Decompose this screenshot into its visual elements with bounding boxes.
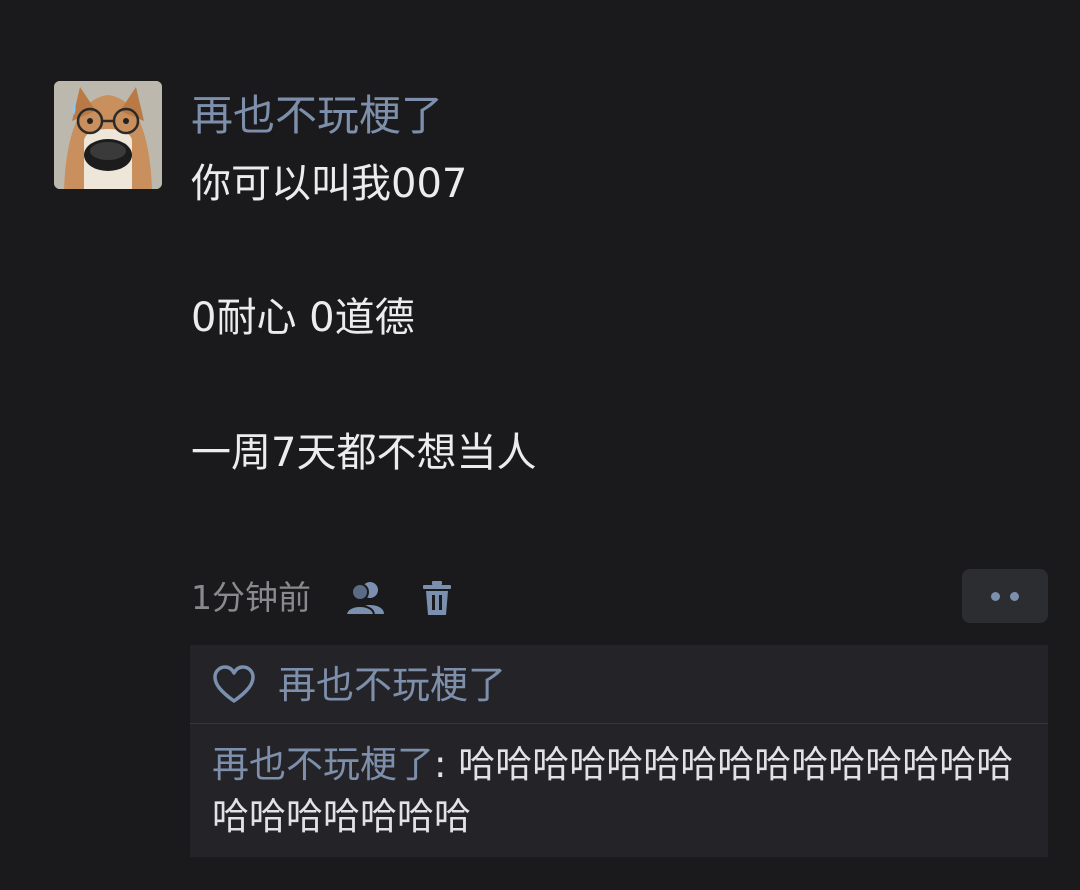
comment-item[interactable]: 再也不玩梗了: 哈哈哈哈哈哈哈哈哈哈哈哈哈哈哈哈哈哈哈哈哈哈 — [212, 739, 1042, 843]
shiba-avatar-image — [54, 81, 162, 189]
comment-author[interactable]: 再也不玩梗了 — [212, 743, 434, 786]
post-text-line: 0耐心 0道德 — [191, 295, 415, 341]
avatar[interactable] — [54, 81, 162, 189]
moment-post: 再也不玩梗了 你可以叫我007 0耐心 0道德 一周7天都不想当人 1分钟前 再… — [0, 0, 1080, 890]
comment-separator: : — [434, 743, 459, 786]
post-timestamp: 1分钟前 — [191, 578, 311, 617]
dot — [1010, 591, 1019, 601]
likes-row: 再也不玩梗了 — [190, 645, 1048, 724]
post-text-line: 你可以叫我007 — [191, 161, 468, 207]
liker-name[interactable]: 再也不玩梗了 — [278, 659, 506, 711]
likes-comments-panel: 再也不玩梗了 再也不玩梗了: 哈哈哈哈哈哈哈哈哈哈哈哈哈哈哈哈哈哈哈哈哈哈 — [190, 645, 1048, 857]
dot — [991, 591, 1000, 601]
trash-icon[interactable] — [415, 576, 459, 620]
more-dots-icon[interactable] — [962, 569, 1048, 623]
heart-icon — [213, 665, 255, 703]
friends-visibility-icon[interactable] — [344, 576, 388, 620]
post-author-name[interactable]: 再也不玩梗了 — [191, 88, 443, 144]
post-text-line: 一周7天都不想当人 — [191, 430, 537, 476]
